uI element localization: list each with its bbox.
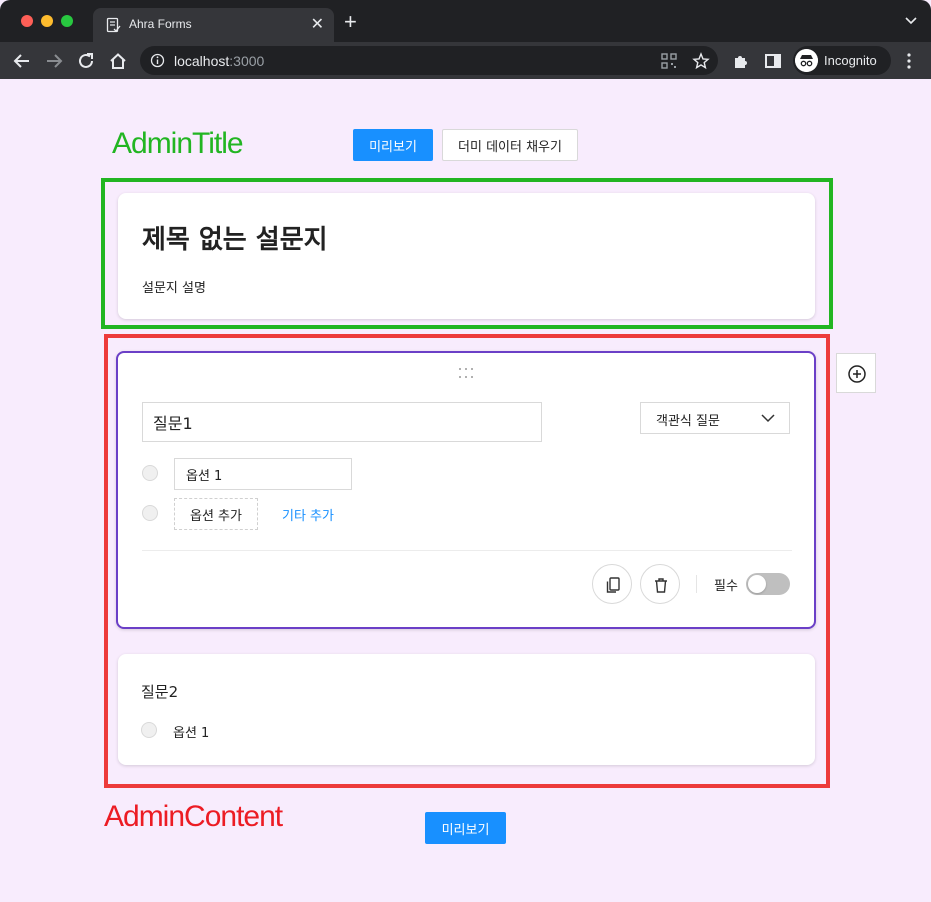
kebab-menu-icon[interactable] (905, 52, 913, 70)
fill-dummy-data-button[interactable]: 더미 데이터 채우기 (442, 129, 578, 161)
toggle-knob (748, 575, 766, 593)
tab-close-icon[interactable]: ✕ (311, 15, 324, 33)
option-radio (141, 722, 157, 738)
option-input[interactable] (174, 458, 352, 490)
extensions-icon[interactable] (730, 50, 752, 72)
question-title: 질문2 (141, 683, 179, 701)
url-port: :3000 (229, 53, 265, 69)
add-circle-icon (848, 365, 866, 383)
option-radio (142, 465, 158, 481)
option-label: 옵션 1 (173, 726, 210, 741)
add-option-radio (142, 505, 158, 521)
form-title[interactable]: 제목 없는 설문지 (142, 219, 328, 256)
trash-icon (655, 578, 667, 593)
new-tab-button[interactable]: + (344, 10, 357, 34)
toolbar-divider (696, 575, 697, 593)
browser-toolbar: localhost:3000 Incognito (0, 42, 931, 79)
browser-tab[interactable]: Ahra Forms ✕ (93, 8, 334, 42)
chevron-down-icon[interactable] (905, 16, 917, 26)
preview-button-bottom[interactable]: 미리보기 (425, 812, 506, 844)
back-arrow-icon[interactable] (11, 50, 33, 72)
admin-content-annotation: AdminContent (104, 800, 283, 833)
info-icon[interactable] (150, 53, 165, 68)
url-host: localhost (174, 53, 230, 69)
document-icon (106, 17, 121, 33)
add-question-button[interactable] (836, 353, 876, 393)
form-title-card[interactable]: 제목 없는 설문지 설문지 설명 (118, 193, 815, 319)
preview-button-top[interactable]: 미리보기 (353, 129, 433, 161)
incognito-icon (795, 49, 818, 72)
reload-icon[interactable] (75, 50, 97, 72)
qr-icon[interactable] (660, 52, 678, 70)
star-icon[interactable] (692, 52, 710, 70)
required-toggle[interactable] (746, 573, 790, 595)
delete-question-button[interactable] (640, 564, 680, 604)
profile-label: Incognito (824, 53, 877, 68)
page-content: AdminTitle 미리보기 더미 데이터 채우기 제목 없는 설문지 설문지… (0, 79, 931, 902)
question-type-label: 객관식 질문 (656, 414, 720, 429)
admin-title-annotation: AdminTitle (112, 127, 244, 160)
sidebar-icon[interactable] (762, 50, 784, 72)
copy-icon (606, 577, 620, 593)
chevron-down-icon (761, 414, 775, 423)
question-title-input[interactable] (142, 402, 542, 442)
required-label: 필수 (714, 579, 738, 594)
add-option-button[interactable]: 옵션 추가 (174, 498, 258, 530)
question-card[interactable]: 질문2 옵션 1 (118, 654, 815, 765)
address-bar[interactable]: localhost:3000 (140, 46, 718, 75)
window-close-button[interactable] (21, 15, 33, 27)
question-card-active[interactable]: 객관식 질문 옵션 추가 기타 추가 필수 (116, 351, 816, 629)
drag-handle-icon[interactable] (458, 366, 474, 380)
tab-title: Ahra Forms (129, 17, 192, 31)
add-etc-button[interactable]: 기타 추가 (282, 505, 334, 524)
form-description[interactable]: 설문지 설명 (142, 277, 206, 296)
window-minimize-button[interactable] (41, 15, 53, 27)
url-text: localhost:3000 (174, 53, 264, 69)
question-type-select[interactable]: 객관식 질문 (640, 402, 790, 434)
card-divider (142, 550, 792, 551)
copy-question-button[interactable] (592, 564, 632, 604)
forward-arrow-icon[interactable] (43, 50, 65, 72)
home-icon[interactable] (107, 50, 129, 72)
browser-tab-bar: Ahra Forms ✕ + (0, 0, 931, 42)
incognito-profile-button[interactable]: Incognito (793, 46, 891, 75)
window-zoom-button[interactable] (61, 15, 73, 27)
